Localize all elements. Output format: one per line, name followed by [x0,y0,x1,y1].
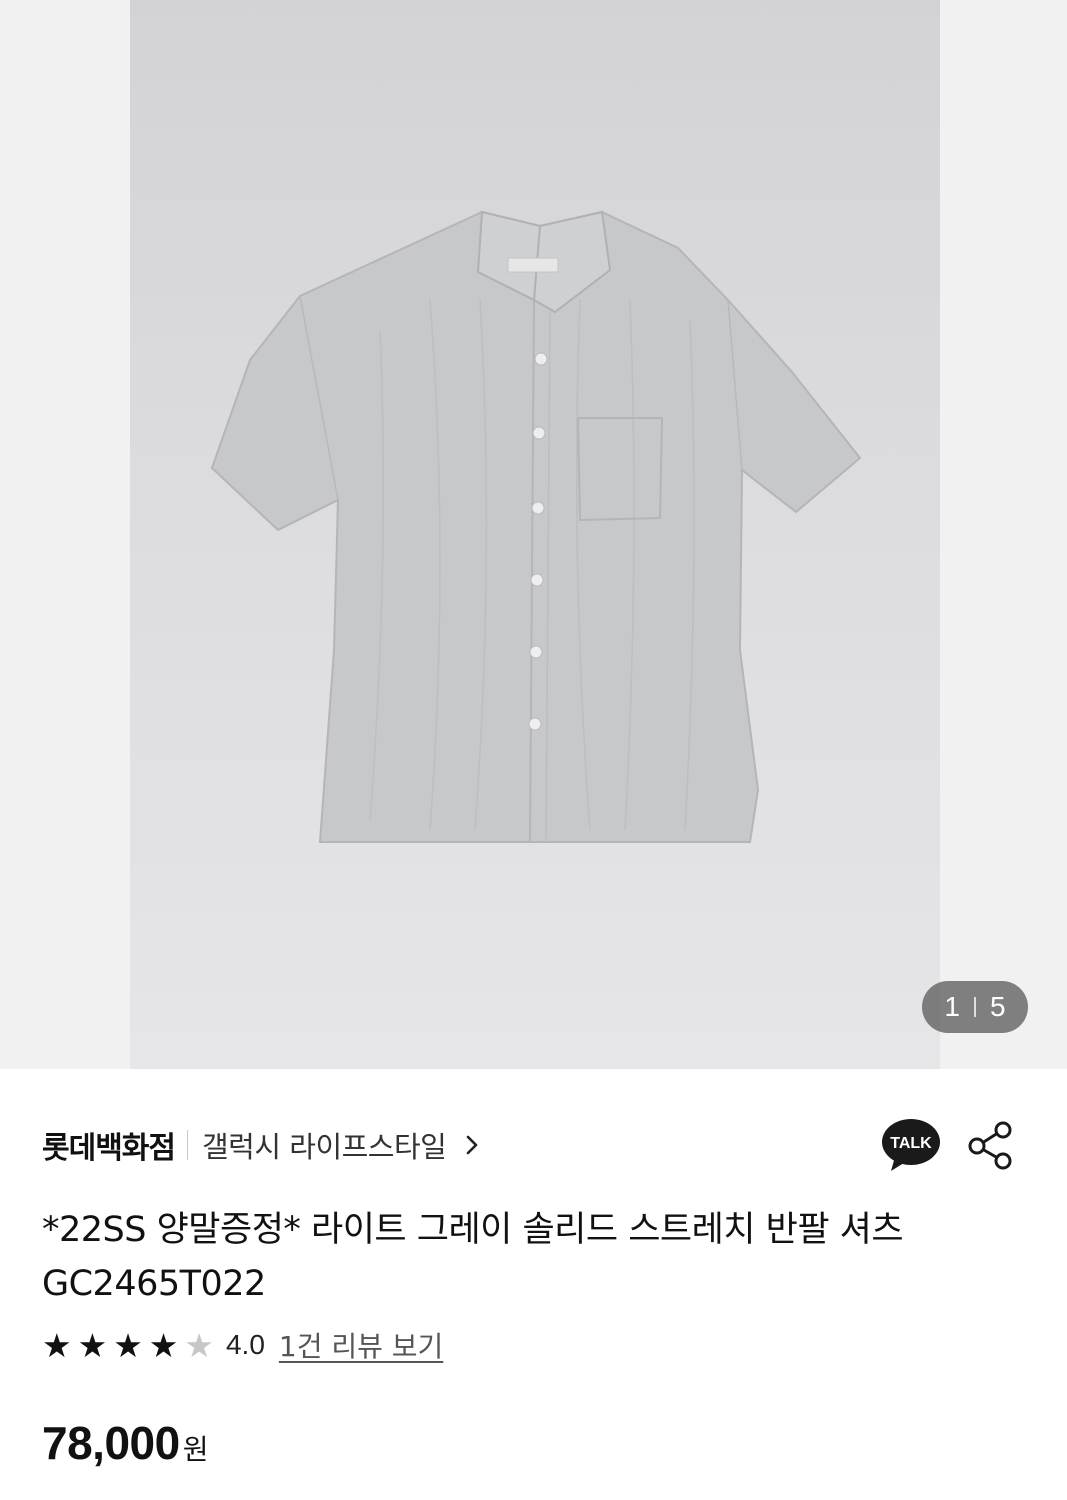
shirt-image [210,210,862,843]
price-row: 78,000 원 [42,1416,208,1470]
star-filled-icon: ★ [42,1325,72,1365]
image-counter-separator [974,997,976,1017]
product-title: *22SS 양말증정* 라이트 그레이 솔리드 스트레치 반팔 셔츠 GC246… [42,1210,904,1304]
rating-row: ★ ★ ★ ★ ★ 4.0 1건 리뷰 보기 [42,1322,443,1368]
mall-name[interactable]: 롯데백화점 [42,1123,176,1167]
rating-score: 4.0 [225,1329,265,1360]
share-icon[interactable] [965,1119,1017,1171]
seller-divider [187,1130,188,1160]
review-link[interactable]: 1건 리뷰 보기 [279,1325,443,1365]
chevron-right-icon[interactable] [460,1133,484,1157]
seller-row: 롯데백화점 갤럭시 라이프스타일 TALK [42,1117,1027,1173]
product-image-gallery[interactable]: 1 5 [0,0,1067,1069]
image-counter: 1 5 [922,981,1028,1033]
star-filled-icon: ★ [113,1325,143,1365]
image-counter-total: 5 [990,991,1006,1022]
product-photo[interactable] [130,0,940,1069]
kakaotalk-icon[interactable]: TALK [881,1117,941,1173]
image-counter-current: 1 [944,991,960,1022]
currency-unit: 원 [182,1433,209,1466]
talk-label: TALK [890,1135,932,1152]
price: 78,000 [42,1417,180,1469]
star-empty-icon: ★ [184,1325,214,1365]
star-rating: ★ ★ ★ ★ ★ [42,1329,214,1362]
star-filled-icon: ★ [148,1325,179,1365]
store-link[interactable]: 갤럭시 라이프스타일 [202,1124,447,1166]
star-filled-icon: ★ [77,1325,108,1365]
